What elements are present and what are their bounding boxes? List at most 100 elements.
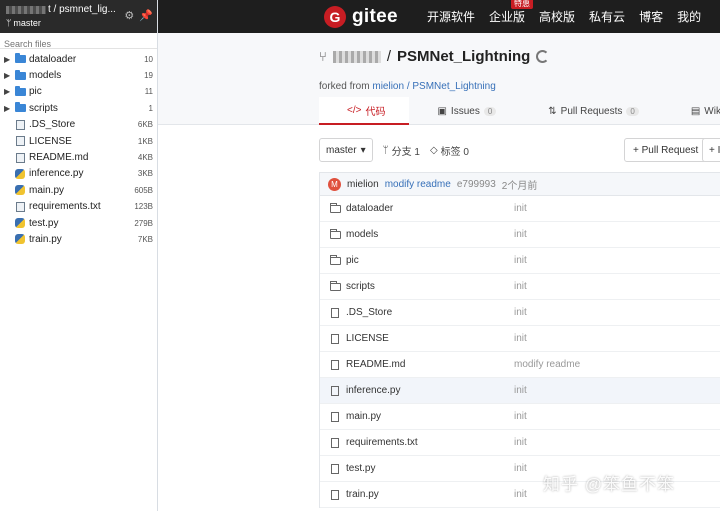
gear-icon[interactable]: ⚙ [124, 9, 134, 22]
sidebar-item-file[interactable]: LICENSE 1KB [0, 133, 157, 149]
repo-title: ⑂ / PSMNet_Lightning [319, 48, 550, 65]
python-icon [14, 218, 26, 229]
avatar[interactable]: M [328, 177, 341, 191]
table-row[interactable]: main.py init [320, 404, 720, 430]
sidebar-item-size: 1 [148, 103, 153, 113]
file-icon [331, 385, 339, 396]
file-commit-message[interactable]: init [514, 255, 527, 266]
sidebar-item-file[interactable]: README.md 4KB [0, 149, 157, 165]
file-name-link[interactable]: inference.py [342, 385, 514, 396]
sidebar-item-file[interactable]: inference.py 3KB [0, 166, 157, 182]
code-icon: </> [347, 104, 362, 116]
chevron-right-icon[interactable]: ▶ [4, 104, 14, 113]
branches-link[interactable]: ᛘ 分支 1 [383, 143, 420, 158]
file-commit-message[interactable]: init [514, 385, 527, 396]
file-commit-message[interactable]: init [514, 281, 527, 292]
sidebar-item-size: 123B [134, 202, 153, 212]
sidebar-item-label: LICENSE [29, 135, 72, 147]
sidebar-item-size: 3KB [137, 169, 153, 179]
issues-count: 0 [483, 106, 497, 116]
file-commit-message[interactable]: init [514, 307, 527, 318]
table-row[interactable]: README.md modify readme [320, 352, 720, 378]
file-commit-message[interactable]: init [514, 463, 527, 474]
file-name-link[interactable]: README.md [342, 359, 514, 370]
new-issue-button[interactable]: + Is [702, 138, 720, 162]
python-icon [14, 185, 26, 196]
file-icon [331, 463, 339, 474]
nav-education[interactable]: 高校版 [539, 8, 575, 25]
chevron-right-icon[interactable]: ▶ [4, 87, 14, 96]
file-tree-sidebar: t / psmnet_lig... ᛘ master ⚙ 📌 ▶ dataload… [0, 0, 158, 511]
file-icon [14, 119, 26, 130]
sidebar-item-label: train.py [29, 233, 62, 245]
tab-pull-requests[interactable]: ⇅ Pull Requests 0 [520, 97, 663, 125]
branch-select[interactable]: master ▾ [319, 138, 373, 162]
sidebar-item-file[interactable]: train.py 7KB [0, 231, 157, 247]
nav-enterprise[interactable]: 企业版 特惠 [489, 0, 534, 25]
folder-icon [14, 69, 26, 81]
nav-blog[interactable]: 博客 [639, 8, 663, 25]
table-row[interactable]: dataloader init [320, 196, 720, 222]
gitee-logo[interactable]: G gitee [324, 6, 398, 28]
file-name-link[interactable]: dataloader [342, 203, 514, 214]
sidebar-item-file[interactable]: main.py 605B [0, 182, 157, 198]
folder-icon [14, 53, 26, 64]
chevron-right-icon[interactable]: ▶ [4, 71, 14, 80]
file-name-link[interactable]: pic [342, 255, 514, 266]
nav-mine[interactable]: 我的 [677, 8, 701, 25]
sidebar-item-folder[interactable]: ▶ models 19 [0, 67, 157, 83]
branch-icon: ᛘ [382, 144, 389, 156]
table-row[interactable]: LICENSE init [320, 326, 720, 352]
tags-link[interactable]: ◇ 标签 0 [430, 143, 469, 158]
table-row[interactable]: models init [320, 222, 720, 248]
file-commit-message[interactable]: init [514, 411, 527, 422]
sidebar-item-file[interactable]: .DS_Store 6KB [0, 117, 157, 133]
table-row[interactable]: scripts init [320, 274, 720, 300]
nav-open-source[interactable]: 开源软件 [427, 8, 475, 25]
tab-issues[interactable]: ▣ Issues 0 [409, 97, 520, 125]
file-name-link[interactable]: main.py [342, 411, 514, 422]
sync-icon[interactable] [536, 50, 550, 63]
file-commit-message[interactable]: init [514, 333, 527, 344]
chevron-right-icon[interactable]: ▶ [4, 55, 14, 64]
file-commit-message[interactable]: init [514, 229, 527, 240]
file-name-link[interactable]: train.py [342, 489, 514, 500]
watermark: 知乎 @笨鱼不笨 [543, 475, 675, 494]
nav-private-cloud[interactable]: 私有云 [589, 8, 625, 25]
file-name-link[interactable]: scripts [342, 281, 514, 292]
commit-hash[interactable]: e799993 [457, 179, 496, 190]
sidebar-header: t / psmnet_lig... ᛘ master ⚙ 📌 [0, 0, 157, 33]
sidebar-item-folder[interactable]: ▶ dataloader 10 [0, 51, 157, 67]
new-pull-request-button[interactable]: + Pull Request [624, 138, 708, 162]
tab-code[interactable]: </> 代码 [319, 97, 410, 125]
table-row[interactable]: inference.py init [320, 378, 720, 404]
file-commit-message[interactable]: init [514, 489, 527, 500]
file-commit-message[interactable]: init [514, 437, 527, 448]
pin-icon[interactable]: 📌 [139, 9, 153, 22]
sidebar-item-label: main.py [29, 184, 65, 196]
repo-name[interactable]: PSMNet_Lightning [397, 48, 530, 65]
sidebar-item-file[interactable]: requirements.txt 123B [0, 199, 157, 215]
sidebar-item-file[interactable]: test.py 279B [0, 215, 157, 231]
sidebar-item-folder[interactable]: ▶ scripts 1 [0, 100, 157, 116]
search-files-input[interactable] [4, 39, 153, 49]
file-name-link[interactable]: test.py [342, 463, 514, 474]
table-row[interactable]: pic init [320, 248, 720, 274]
file-icon [331, 359, 339, 370]
tab-wiki[interactable]: ▤ Wiki [663, 97, 720, 125]
file-name-link[interactable]: LICENSE [342, 333, 514, 344]
commit-message[interactable]: modify readme [385, 179, 451, 190]
forked-from-link[interactable]: mielion / PSMNet_Lightning [372, 81, 495, 92]
file-commit-message[interactable]: init [514, 203, 527, 214]
file-name-link[interactable]: .DS_Store [342, 307, 514, 318]
sidebar-item-folder[interactable]: ▶ pic 11 [0, 84, 157, 100]
sidebar-item-size: 10 [144, 54, 153, 64]
file-name-link[interactable]: models [342, 229, 514, 240]
table-row[interactable]: requirements.txt init [320, 430, 720, 456]
folder-icon [329, 280, 341, 291]
commit-author[interactable]: mielion [347, 179, 379, 190]
file-name-link[interactable]: requirements.txt [342, 437, 514, 448]
file-icon [331, 489, 339, 500]
file-commit-message[interactable]: modify readme [514, 359, 580, 370]
table-row[interactable]: .DS_Store init [320, 300, 720, 326]
